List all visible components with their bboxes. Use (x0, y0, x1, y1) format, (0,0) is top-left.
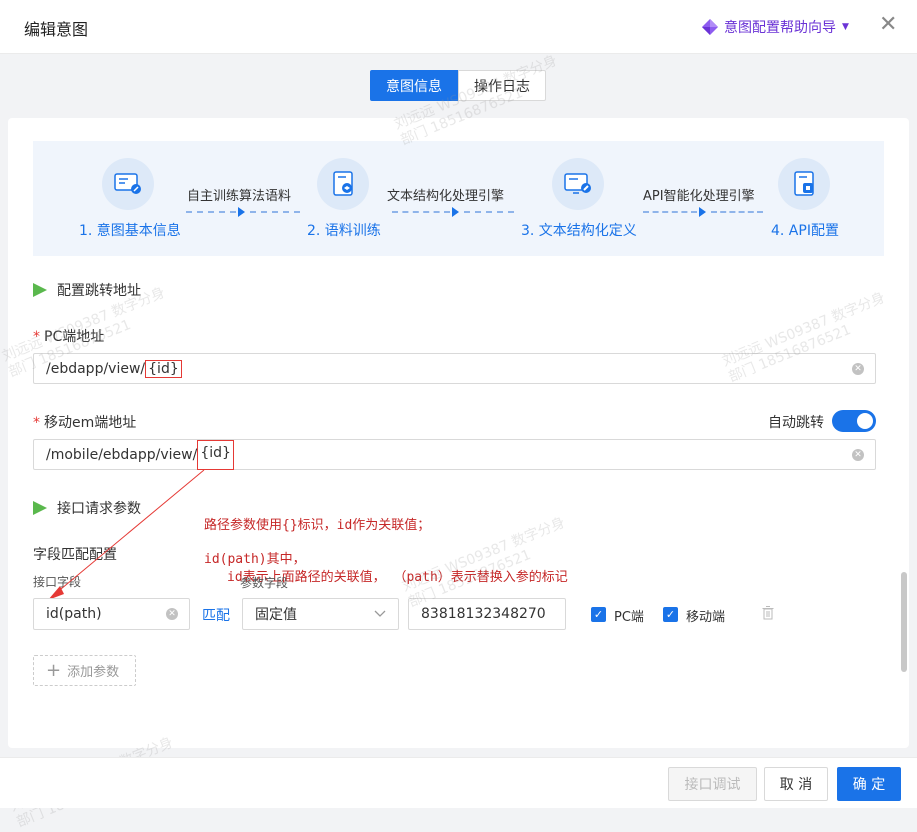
clear-icon[interactable]: ✕ (166, 608, 178, 620)
chevron-down-icon (374, 606, 386, 622)
param-value: 83818132348270 (421, 606, 546, 622)
add-param-button[interactable]: + 添加参数 (33, 655, 136, 686)
trash-icon[interactable] (762, 606, 774, 624)
plus-icon: + (46, 659, 62, 681)
mobile-checkbox-label: 移动端 (686, 610, 726, 625)
pc-checkbox-label: PC端 (614, 610, 644, 625)
confirm-button[interactable]: 确 定 (837, 767, 901, 801)
param-type-select[interactable]: 固定值 (242, 598, 399, 630)
api-field-value: id(path) (46, 606, 102, 622)
cancel-button[interactable]: 取 消 (764, 767, 828, 801)
debug-button[interactable]: 接口调试 (668, 767, 757, 801)
scrollbar[interactable] (901, 572, 907, 672)
param-type-value: 固定值 (255, 607, 297, 623)
mobile-checkbox[interactable]: ✓ (663, 607, 678, 622)
pc-checkbox[interactable]: ✓ (591, 607, 606, 622)
add-param-label: 添加参数 (67, 665, 120, 680)
api-field-input[interactable]: id(path) ✕ (33, 598, 190, 630)
match-link[interactable]: 匹配 (202, 605, 230, 625)
